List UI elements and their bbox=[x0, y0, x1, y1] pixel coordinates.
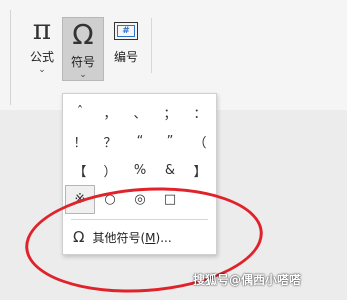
symbol-cell[interactable]: ！ bbox=[65, 127, 95, 156]
symbol-cell[interactable]: & bbox=[155, 156, 185, 185]
number-button[interactable]: # 编号 bbox=[108, 14, 144, 80]
formula-button[interactable]: π 公式 ⌄ bbox=[26, 14, 58, 80]
symbol-cell[interactable]: ˆ bbox=[65, 98, 95, 127]
ribbon-divider bbox=[151, 18, 152, 73]
symbol-cell[interactable]: （ bbox=[185, 127, 215, 156]
watermark-text: 搜狐号@偶西小嗒嗒 bbox=[193, 273, 302, 287]
chevron-down-icon: ⌄ bbox=[38, 65, 46, 75]
symbol-label: 符号 bbox=[70, 55, 95, 69]
formula-label: 公式 bbox=[29, 50, 54, 64]
symbol-cell[interactable]: “ bbox=[125, 127, 155, 156]
ribbon-divider bbox=[10, 10, 11, 105]
symbol-cell[interactable]: ” bbox=[155, 127, 185, 156]
symbol-cell[interactable]: 【 bbox=[65, 156, 95, 185]
pi-icon: π bbox=[32, 13, 52, 46]
omega-icon: Ω bbox=[72, 18, 94, 51]
symbol-cell[interactable]: 、 bbox=[125, 98, 155, 127]
symbol-cell[interactable]: ） bbox=[95, 156, 125, 185]
symbol-cell[interactable]: ： bbox=[185, 98, 215, 127]
symbol-cell[interactable]: ； bbox=[155, 98, 185, 127]
symbol-cell[interactable]: 】 bbox=[185, 156, 215, 185]
symbol-cell[interactable]: % bbox=[125, 156, 155, 185]
symbol-cell[interactable]: ？ bbox=[95, 127, 125, 156]
hash-icon: # bbox=[117, 25, 135, 37]
symbol-button[interactable]: Ω 符号 ⌄ bbox=[62, 17, 104, 81]
chevron-down-icon: ⌄ bbox=[79, 70, 87, 80]
symbol-cell[interactable]: ， bbox=[95, 98, 125, 127]
number-label: 编号 bbox=[113, 50, 138, 64]
number-icon: # bbox=[114, 22, 138, 40]
